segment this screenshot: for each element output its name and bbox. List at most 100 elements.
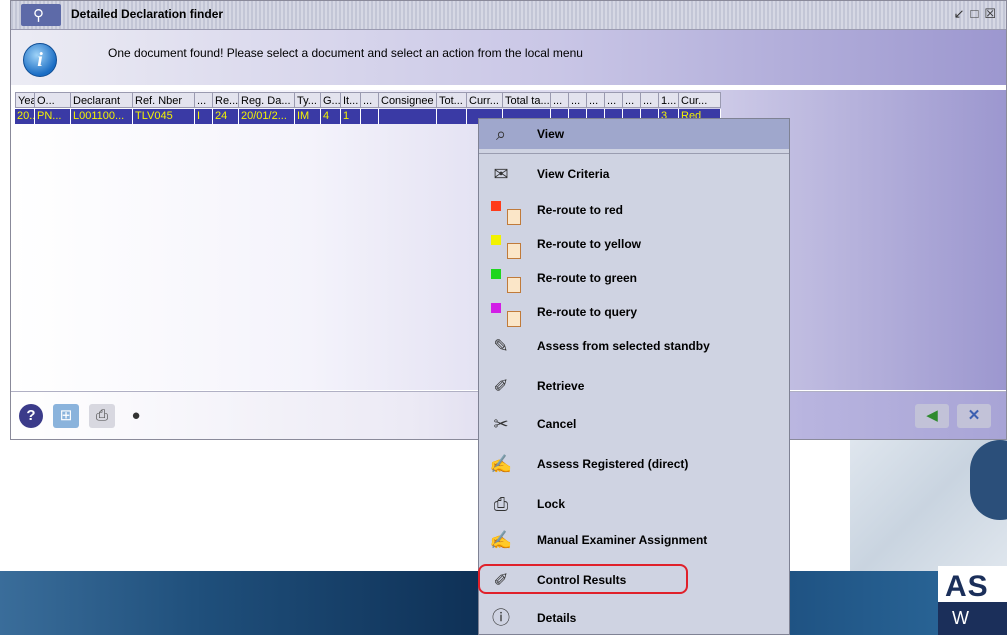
- menu-item-re-route-to-query[interactable]: Re-route to query: [479, 297, 789, 327]
- details-icon: ⓘ: [492, 608, 510, 628]
- highlight-marker: [478, 564, 688, 594]
- column-header[interactable]: 1...: [659, 92, 679, 108]
- column-header[interactable]: It...: [341, 92, 361, 108]
- menu-item-view[interactable]: ⌕ View: [479, 119, 789, 149]
- menu-item-label: Re-route to green: [537, 271, 638, 285]
- column-header[interactable]: ...: [195, 92, 213, 108]
- menu-item-label: Re-route to red: [537, 203, 624, 217]
- menu-item-assess-registered-direct[interactable]: ✍ Assess Registered (direct): [479, 449, 789, 479]
- filter-icon[interactable]: ⊞: [53, 404, 79, 428]
- color-swatch: [491, 201, 501, 211]
- info-bar: i One document found! Please select a do…: [11, 30, 1006, 85]
- column-header[interactable]: Curr...: [467, 92, 503, 108]
- menu-item-re-route-to-yellow[interactable]: Re-route to yellow: [479, 229, 789, 259]
- color-swatch: [491, 235, 501, 245]
- close-window-icon[interactable]: ☒: [984, 6, 996, 21]
- menu-item-label: Retrieve: [537, 379, 585, 393]
- column-header[interactable]: ...: [551, 92, 569, 108]
- menu-item-details[interactable]: ⓘ Details: [479, 603, 789, 633]
- info-icon: i: [23, 43, 57, 77]
- table-cell[interactable]: IM: [295, 109, 321, 124]
- maximize-icon[interactable]: □: [970, 6, 978, 21]
- column-header[interactable]: ...: [623, 92, 641, 108]
- column-header[interactable]: Declarant: [71, 92, 133, 108]
- table-header: YearO...DeclarantRef. Nber...Re...Reg. D…: [15, 92, 721, 108]
- column-header[interactable]: Tot...: [437, 92, 467, 108]
- column-header[interactable]: ...: [605, 92, 623, 108]
- column-header[interactable]: G...: [321, 92, 341, 108]
- menu-item-label: View Criteria: [537, 167, 610, 181]
- assess-standby-icon: ✎: [493, 336, 509, 356]
- column-header[interactable]: Reg. Da...: [239, 92, 295, 108]
- examiner-icon: ✍: [489, 530, 513, 550]
- column-header[interactable]: Ty...: [295, 92, 321, 108]
- menu-item-label: Lock: [537, 497, 566, 511]
- table-cell[interactable]: I: [195, 109, 213, 124]
- menu-item-re-route-to-red[interactable]: Re-route to red: [479, 195, 789, 225]
- column-header[interactable]: ...: [587, 92, 605, 108]
- close-icon[interactable]: ✕: [957, 404, 991, 428]
- table-cell[interactable]: [437, 109, 467, 124]
- column-header[interactable]: Consignee: [379, 92, 437, 108]
- table-cell[interactable]: 20...: [15, 109, 35, 124]
- column-header[interactable]: ...: [569, 92, 587, 108]
- table-cell[interactable]: PN...: [35, 109, 71, 124]
- menu-item-cancel[interactable]: ✂ Cancel: [479, 409, 789, 439]
- reroute-query-icon: [485, 301, 521, 327]
- retrieve-icon: ✐: [493, 376, 509, 396]
- criteria-icon: ✉: [493, 164, 509, 184]
- column-header[interactable]: Total ta...: [503, 92, 551, 108]
- reroute-green-icon: [485, 267, 521, 293]
- menu-item-view-criteria[interactable]: ✉ View Criteria: [479, 159, 789, 189]
- menu-item-retrieve[interactable]: ✐ Retrieve: [479, 371, 789, 401]
- menu-item-label: View: [537, 127, 565, 141]
- back-arrow-icon[interactable]: ◀: [915, 404, 949, 428]
- magnifier-icon: ⚲: [21, 4, 61, 26]
- menu-item-re-route-to-green[interactable]: Re-route to green: [479, 263, 789, 293]
- print-icon[interactable]: ⎙: [89, 404, 115, 428]
- menu-item-label: Cancel: [537, 417, 577, 431]
- document-icon: [507, 209, 521, 225]
- table-cell[interactable]: TLV045: [133, 109, 195, 124]
- menu-item-assess-from-selected-standby[interactable]: ✎ Assess from selected standby: [479, 331, 789, 361]
- emblem: [970, 440, 1007, 520]
- cancel-icon: ✂: [493, 414, 509, 434]
- menu-item-lock[interactable]: ⎙ Lock: [479, 489, 789, 519]
- table-cell[interactable]: [379, 109, 437, 124]
- table-cell[interactable]: L001100...: [71, 109, 133, 124]
- table-cell[interactable]: 20/01/2...: [239, 109, 295, 124]
- minimize-icon[interactable]: ↙: [954, 6, 965, 21]
- lock-icon: ⎙: [493, 494, 509, 514]
- column-header[interactable]: Ref. Nber: [133, 92, 195, 108]
- menu-item-label: Manual Examiner Assignment: [537, 533, 708, 547]
- title-bar[interactable]: ⚲ Detailed Declaration finder ↙ □ ☒: [11, 1, 1006, 30]
- column-header[interactable]: Year: [15, 92, 35, 108]
- color-swatch: [491, 303, 501, 313]
- traffic-light-icon[interactable]: ●: [123, 404, 149, 428]
- menu-item-manual-examiner-assignment[interactable]: ✍ Manual Examiner Assignment: [479, 525, 789, 555]
- assess-registered-icon: ✍: [489, 454, 513, 474]
- table-cell[interactable]: 1: [341, 109, 361, 124]
- help-icon[interactable]: ?: [19, 404, 43, 428]
- menu-item-label: Details: [537, 611, 577, 625]
- menu-item-label: Assess Registered (direct): [537, 457, 689, 471]
- column-header[interactable]: Re...: [213, 92, 239, 108]
- document-icon: [507, 277, 521, 293]
- column-header[interactable]: Cur...: [679, 92, 721, 108]
- context-menu: ⌕ View ✉ View Criteria Re-route to red Re-rou…: [478, 118, 790, 635]
- column-header[interactable]: ...: [361, 92, 379, 108]
- document-icon: [507, 243, 521, 259]
- document-icon: [507, 311, 521, 327]
- table-cell[interactable]: [361, 109, 379, 124]
- column-header[interactable]: ...: [641, 92, 659, 108]
- view-icon: ⌕: [495, 124, 507, 144]
- menu-separator: [479, 153, 789, 154]
- menu-item-label: Re-route to query: [537, 305, 638, 319]
- brand-text-bottom: W: [952, 608, 989, 628]
- menu-item-label: Re-route to yellow: [537, 237, 642, 251]
- reroute-yellow-icon: [485, 233, 521, 259]
- info-message: One document found! Please select a docu…: [108, 46, 583, 60]
- table-cell[interactable]: 24: [213, 109, 239, 124]
- table-cell[interactable]: 4: [321, 109, 341, 124]
- column-header[interactable]: O...: [35, 92, 71, 108]
